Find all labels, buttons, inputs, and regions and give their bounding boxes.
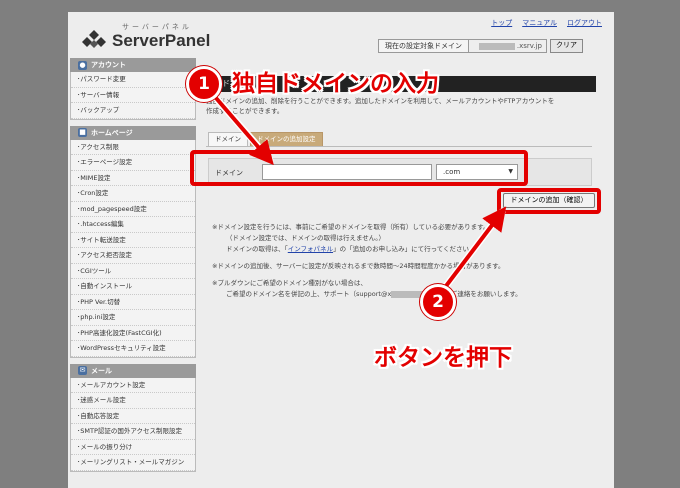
sidebar-item-server-info[interactable]: ･サーバー情報 bbox=[71, 88, 195, 103]
homepage-menu: ･アクセス制限 ･エラーページ設定 ･MIME設定 ･Cron設定 ･mod_p… bbox=[70, 139, 196, 358]
logo-diamond-icon bbox=[82, 30, 106, 48]
section-title: メール bbox=[91, 366, 112, 375]
sidebar-item-auto-reply[interactable]: ･自動応答設定 bbox=[71, 409, 195, 424]
sidebar-item-mailing-list[interactable]: ･メーリングリスト・メールマガジン bbox=[71, 455, 195, 471]
sidebar-item-htaccess[interactable]: ･.htaccess編集 bbox=[71, 217, 195, 233]
note-line: （ドメイン設定では、ドメインの取得は行えません。） bbox=[226, 234, 386, 242]
description-line: 作成することができます。 bbox=[206, 107, 284, 115]
sidebar-item-backup[interactable]: ･バックアップ bbox=[71, 103, 195, 119]
section-title: ホームページ bbox=[91, 128, 133, 137]
link-top[interactable]: トップ bbox=[491, 18, 512, 28]
link-manual[interactable]: マニュアル bbox=[522, 18, 557, 28]
step-2-badge: 2 bbox=[420, 284, 456, 320]
sidebar-item-wp-security[interactable]: ･WordPressセキュリティ設定 bbox=[71, 341, 195, 357]
account-menu: ･パスワード変更 ･サーバー情報 ･バックアップ bbox=[70, 72, 196, 120]
notes: ※ドメイン設定を行うには、事前にご希望のドメインを取得（所有）している必要があり… bbox=[212, 222, 602, 300]
sidebar-item-error-page[interactable]: ･エラーページ設定 bbox=[71, 155, 195, 171]
note-line: ご希望のドメイン名を併記の上、サポート（support@x ）までご連絡をお願いし… bbox=[226, 290, 522, 298]
mail-icon: ✉ bbox=[78, 366, 87, 375]
sidebar-item-mail-account[interactable]: ･メールアカウント設定 bbox=[71, 378, 195, 393]
sidebar-section-mail[interactable]: ✉ メール bbox=[70, 363, 196, 378]
domain-input[interactable] bbox=[262, 164, 432, 180]
sidebar-item-php-ini[interactable]: ･php.ini設定 bbox=[71, 310, 195, 326]
sidebar-item-site-transfer[interactable]: ･サイト転送設定 bbox=[71, 233, 195, 248]
note-line: ※プルダウンにご希望のドメイン種別がない場合は、 bbox=[212, 279, 367, 287]
sidebar-item-cron[interactable]: ･Cron設定 bbox=[71, 186, 195, 202]
sidebar-section-account[interactable]: ● アカウント bbox=[70, 58, 196, 72]
sidebar-item-php-version[interactable]: ･PHP Ver.切替 bbox=[71, 295, 195, 310]
link-logout[interactable]: ログアウト bbox=[567, 18, 602, 28]
step-1-badge: 1 bbox=[186, 66, 222, 102]
note-line: ※ドメインの追加後、サーバーに設定が反映されるまで数時間～24時間程度かかる場合… bbox=[212, 262, 505, 270]
section-title: アカウント bbox=[91, 61, 126, 69]
note-line: ※ドメイン設定を行うには、事前にご希望のドメインを取得（所有）している必要があり… bbox=[212, 223, 490, 231]
user-icon: ● bbox=[78, 60, 87, 70]
target-domain-text: .xsrv.jp bbox=[516, 42, 542, 50]
clear-button[interactable]: クリア bbox=[550, 39, 583, 53]
step-2-text: ボタンを押下 bbox=[374, 345, 512, 371]
header: サーバーパネル ServerPanel トップ マニュアル ログアウト 現在の設… bbox=[68, 12, 614, 58]
sidebar-item-cgi[interactable]: ･CGIツール bbox=[71, 264, 195, 279]
add-domain-button[interactable]: ドメインの追加（確認） bbox=[503, 193, 595, 208]
sidebar-item-pagespeed[interactable]: ･mod_pagespeed設定 bbox=[71, 202, 195, 217]
step-1-text: 独自ドメインの入力 bbox=[232, 71, 439, 97]
target-domain-value: .xsrv.jp bbox=[469, 39, 547, 53]
tabs: ドメイン ドメインの追加設定 bbox=[208, 132, 323, 146]
description: 独自ドメインの追加、削除を行うことができます。追加したドメインを利用して、メール… bbox=[206, 96, 596, 116]
blurred-text bbox=[478, 42, 515, 50]
sidebar-section-homepage[interactable]: ■ ホームページ bbox=[70, 125, 196, 140]
sidebar-item-access-deny[interactable]: ･アクセス拒否設定 bbox=[71, 248, 195, 264]
tab-domain[interactable]: ドメイン bbox=[208, 132, 248, 146]
sidebar-item-mime[interactable]: ･MIME設定 bbox=[71, 171, 195, 186]
tld-selected-value: .com bbox=[443, 168, 461, 176]
target-domain-bar: 現在の設定対象ドメイン .xsrv.jp クリア bbox=[378, 39, 583, 53]
info-panel-link[interactable]: インフォパネル bbox=[288, 245, 333, 253]
sidebar-item-spam[interactable]: ･迷惑メール設定 bbox=[71, 393, 195, 409]
sidebar-item-fastcgi[interactable]: ･PHP高速化設定(FastCGI化) bbox=[71, 326, 195, 341]
sidebar-item-access-limit[interactable]: ･アクセス制限 bbox=[71, 140, 195, 155]
mail-menu: ･メールアカウント設定 ･迷惑メール設定 ･自動応答設定 ･SMTP認証の国外ア… bbox=[70, 377, 196, 472]
tab-add-domain[interactable]: ドメインの追加設定 bbox=[250, 132, 323, 146]
logo-name: ServerPanel bbox=[112, 31, 211, 50]
dropdown-arrow-icon: ▼ bbox=[508, 168, 513, 175]
tld-select[interactable]: .com ▼ bbox=[436, 164, 518, 180]
target-domain-label: 現在の設定対象ドメイン bbox=[378, 39, 469, 53]
sidebar-item-auto-install[interactable]: ･自動インストール bbox=[71, 279, 195, 295]
top-links: トップ マニュアル ログアウト bbox=[491, 18, 602, 28]
sidebar-item-password[interactable]: ･パスワード変更 bbox=[71, 72, 195, 88]
sidebar-item-mail-filter[interactable]: ･メールの振り分け bbox=[71, 440, 195, 455]
sidebar: ● アカウント ･パスワード変更 ･サーバー情報 ･バックアップ ■ ホームペー… bbox=[70, 58, 198, 488]
home-icon: ■ bbox=[78, 128, 87, 137]
sidebar-item-smtp[interactable]: ･SMTP認証の国外アクセス制限設定 bbox=[71, 424, 195, 440]
note-line: ドメインの取得は、「インフォパネル」の「追加のお申し込み」にて行ってください。 bbox=[226, 245, 476, 253]
